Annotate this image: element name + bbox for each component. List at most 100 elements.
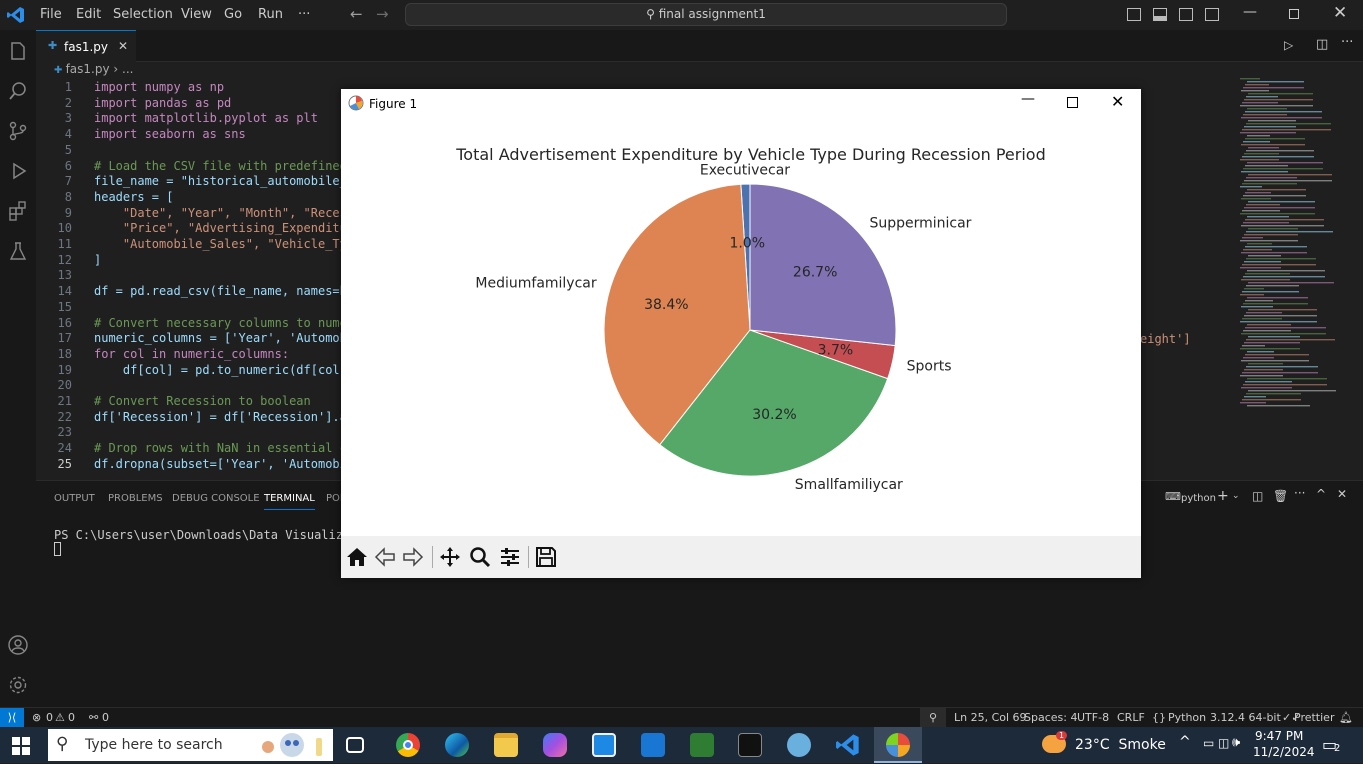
terminal-app-icon[interactable] — [738, 733, 762, 757]
menu-more[interactable]: ··· — [298, 7, 310, 22]
clock-time[interactable]: 9:47 PM — [1255, 729, 1303, 743]
line-ending[interactable]: CRLF — [1117, 711, 1145, 724]
network-icon[interactable]: ◫ — [1218, 736, 1229, 750]
close-figure-icon[interactable]: ✕ — [1111, 92, 1124, 111]
menu-go[interactable]: Go — [224, 7, 242, 22]
task-view-icon[interactable] — [346, 737, 364, 753]
battery-icon[interactable]: ▭ — [1203, 736, 1214, 750]
search-icon[interactable] — [6, 80, 30, 104]
volume-icon[interactable]: 🕪︎ — [1232, 735, 1240, 750]
weather-text[interactable]: 23°C Smoke — [1075, 737, 1166, 753]
toggle-secondary-sidebar-icon[interactable] — [1179, 8, 1193, 21]
toggle-panel-icon[interactable] — [1153, 8, 1167, 21]
terminal-name[interactable]: python — [1181, 493, 1216, 504]
toggle-sidebar-icon[interactable] — [1127, 8, 1141, 21]
menu-view[interactable]: View — [181, 7, 212, 22]
forward-icon[interactable] — [402, 546, 426, 568]
more-actions-icon[interactable]: ··· — [1294, 486, 1305, 500]
chrome-icon[interactable] — [396, 733, 420, 757]
ports-count[interactable]: 0 — [102, 711, 109, 724]
close-panel-icon[interactable]: ✕ — [1337, 487, 1347, 501]
code-overflow-text: eight'] — [1140, 332, 1191, 346]
python-interpreter[interactable]: 3.12.4 64-bit — [1210, 711, 1281, 724]
run-debug-icon[interactable] — [6, 160, 30, 184]
error-icon[interactable]: ⊗ — [32, 711, 41, 724]
chevron-down-icon[interactable]: ⌄ — [1232, 491, 1240, 501]
bell-icon[interactable]: 🔔︎ — [1339, 711, 1353, 724]
tab-output[interactable]: OUTPUT — [54, 493, 95, 504]
customize-layout-icon[interactable] — [1205, 8, 1219, 21]
settings-gear-icon[interactable] — [6, 674, 30, 698]
close-window-icon[interactable]: ✕ — [1333, 3, 1347, 23]
zoom-icon[interactable] — [469, 546, 493, 568]
line-number: 21 — [57, 394, 72, 408]
microsoft-store-icon[interactable] — [592, 733, 616, 757]
save-icon[interactable] — [535, 546, 559, 568]
remote-indicator-icon[interactable]: ⟩⟨ — [0, 708, 24, 727]
breadcrumb-rest[interactable]: ... — [122, 62, 133, 76]
chart-title: Total Advertisement Expenditure by Vehic… — [455, 145, 1046, 164]
vscode-taskbar-icon[interactable] — [836, 733, 860, 757]
back-icon[interactable] — [374, 546, 398, 568]
split-terminal-icon[interactable]: ◫ — [1252, 489, 1263, 503]
tab-problems[interactable]: PROBLEMS — [108, 493, 163, 504]
configure-subplots-icon[interactable] — [499, 546, 523, 568]
kill-terminal-icon[interactable]: 🗑 — [1273, 489, 1288, 503]
forward-arrow-icon[interactable]: → — [376, 5, 389, 23]
run-file-icon[interactable]: ▷ — [1284, 38, 1293, 52]
figure-titlebar: Figure 1 — ✕ — [341, 89, 1141, 117]
cursor-position[interactable]: Ln 25, Col 69 — [954, 711, 1027, 724]
warning-icon[interactable]: ⚠ — [55, 711, 65, 724]
taskbar-search[interactable]: ⚲ Type here to search — [48, 729, 333, 761]
new-terminal-icon[interactable]: + — [1217, 488, 1229, 504]
minimize-figure-icon[interactable]: — — [1021, 91, 1035, 107]
warning-count[interactable]: 0 — [68, 711, 75, 724]
edge-icon[interactable] — [445, 733, 469, 757]
menu-edit[interactable]: Edit — [76, 7, 101, 22]
menu-run[interactable]: Run — [258, 7, 283, 22]
clock-date[interactable]: 11/2/2024 — [1253, 745, 1315, 759]
pan-icon[interactable] — [439, 546, 463, 568]
testing-icon[interactable] — [6, 240, 30, 264]
formatter[interactable]: Prettier — [1294, 711, 1334, 724]
tab-terminal[interactable]: TERMINAL — [264, 493, 315, 510]
maximize-panel-icon[interactable]: ^ — [1316, 487, 1326, 501]
error-count[interactable]: 0 — [46, 711, 53, 724]
search-placeholder: Type here to search — [85, 737, 223, 753]
copilot-icon[interactable] — [543, 733, 567, 757]
menu-file[interactable]: File — [40, 7, 62, 22]
extensions-icon[interactable] — [6, 200, 30, 224]
task-manager-icon[interactable] — [690, 733, 714, 757]
split-editor-icon[interactable]: ◫ — [1316, 37, 1328, 52]
close-tab-icon[interactable]: ✕ — [118, 39, 128, 53]
search-icon: ⚲ — [646, 7, 659, 21]
tab-fas1-py[interactable]: ✚ fas1.py ✕ — [36, 30, 136, 62]
menu-selection[interactable]: Selection — [113, 7, 173, 22]
indentation[interactable]: Spaces: 4 — [1024, 711, 1077, 724]
explorer-icon[interactable] — [6, 40, 30, 64]
more-actions-icon[interactable]: ··· — [1341, 35, 1353, 50]
file-explorer-icon[interactable] — [494, 733, 518, 757]
maximize-figure-icon[interactable] — [1067, 97, 1078, 108]
restore-window-icon[interactable] — [1289, 9, 1299, 19]
command-center-search[interactable]: ⚲ final assignment1 — [405, 3, 1007, 26]
code-line: for col in numeric_columns: — [94, 346, 290, 361]
mail-icon[interactable] — [641, 733, 665, 757]
python-figure-taskbar-item[interactable] — [874, 727, 922, 763]
minimize-window-icon[interactable]: — — [1243, 4, 1257, 20]
minimap[interactable] — [1236, 78, 1356, 418]
tab-debug-console[interactable]: DEBUG CONSOLE — [172, 493, 260, 504]
windows-start-icon[interactable] — [12, 737, 30, 755]
breadcrumb-file[interactable]: fas1.py — [66, 62, 110, 76]
back-arrow-icon[interactable]: ← — [350, 5, 363, 23]
encoding[interactable]: UTF-8 — [1077, 711, 1109, 724]
source-control-icon[interactable] — [6, 120, 30, 144]
ports-icon[interactable]: ⚯ — [89, 711, 98, 724]
account-icon[interactable] — [6, 634, 30, 658]
zoom-indicator[interactable]: ⚲ — [920, 708, 946, 727]
paint-icon[interactable] — [787, 733, 811, 757]
chevron-up-icon[interactable]: ^ — [1179, 734, 1191, 750]
line-number: 12 — [57, 252, 72, 267]
home-icon[interactable] — [346, 546, 370, 568]
language-mode[interactable]: Python — [1168, 711, 1206, 724]
